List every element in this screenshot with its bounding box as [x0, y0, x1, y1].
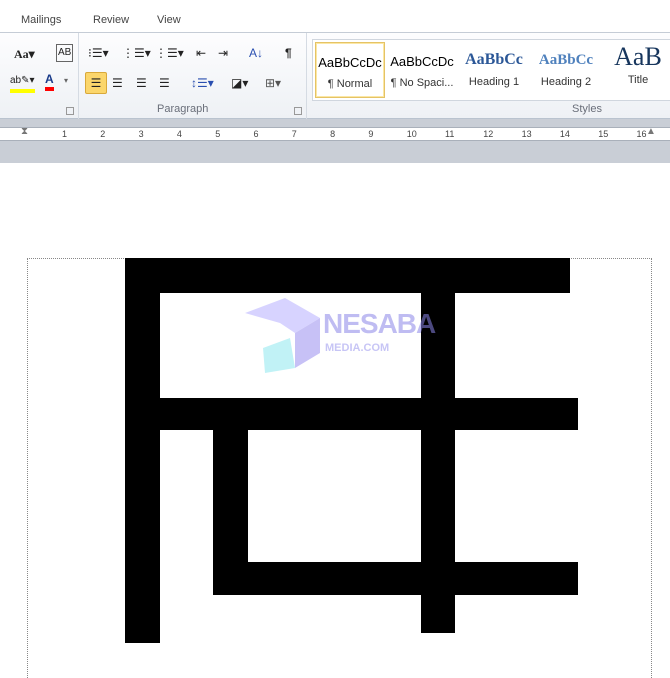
font-color-icon[interactable]: A: [45, 71, 54, 91]
highlight-icon[interactable]: ab✎▾: [10, 73, 35, 93]
align-right-icon[interactable]: ☰: [136, 75, 147, 91]
style-heading-1[interactable]: AaBbCc Heading 1: [461, 42, 527, 98]
borders-icon[interactable]: ⊞▾: [265, 75, 281, 91]
clear-formatting-icon[interactable]: AB: [56, 44, 74, 62]
bullets-icon[interactable]: ⁝☰▾: [88, 45, 109, 61]
increase-indent-icon[interactable]: ⇥: [218, 45, 228, 61]
shape-left-bar[interactable]: [125, 258, 160, 643]
ruler-number: 2: [100, 129, 106, 139]
divider: [78, 33, 79, 119]
horizontal-ruler[interactable]: ⧗ ▲ 1 2 3 4 5 6 7 8 9 10 11 12 13 14 15 16: [0, 126, 670, 141]
watermark-subtext: MEDIA.COM: [325, 342, 390, 354]
tab-review[interactable]: Review: [93, 14, 129, 26]
watermark-text: NESABA: [323, 308, 436, 339]
ruler-number: 10: [406, 129, 417, 139]
line-spacing-icon[interactable]: ↕☰▾: [191, 75, 214, 91]
align-left-icon[interactable]: ☰: [85, 72, 107, 94]
ruler-number: 1: [62, 129, 68, 139]
show-formatting-icon[interactable]: ¶: [285, 45, 292, 61]
ruler-number: 4: [176, 129, 182, 139]
paragraph-group-label: Paragraph: [157, 103, 209, 115]
styles-gallery: AaBbCcDc ¶ Normal AaBbCcDc ¶ No Spaci... A…: [312, 39, 670, 101]
horizontal-ruler-area: ⧗ ▲ 1 2 3 4 5 6 7 8 9 10 11 12 13 14 15 16: [0, 119, 670, 163]
paragraph-dialog-launcher[interactable]: [294, 107, 302, 115]
shape-bottom-bar[interactable]: [213, 562, 578, 595]
divider: [306, 33, 307, 119]
styles-group-label: Styles: [572, 103, 602, 115]
style-no-spacing[interactable]: AaBbCcDc ¶ No Spaci...: [389, 42, 455, 98]
decrease-indent-icon[interactable]: ⇤: [196, 45, 206, 61]
multilevel-list-icon[interactable]: ⋮☰▾: [155, 45, 184, 61]
tab-mailings[interactable]: Mailings: [21, 14, 61, 26]
style-normal[interactable]: AaBbCcDc ¶ Normal: [315, 42, 385, 98]
right-indent-marker[interactable]: ▲: [646, 126, 656, 137]
watermark: NESABA MEDIA.COM: [245, 298, 436, 378]
document-area: NESABA MEDIA.COM: [0, 163, 670, 678]
indent-marker[interactable]: ⧗: [21, 126, 28, 137]
style-title[interactable]: AaB Title: [605, 42, 670, 98]
watermark-logo-icon: [245, 298, 320, 373]
ruler-number: 15: [598, 129, 609, 139]
ruler-number: 6: [253, 129, 259, 139]
numbering-icon[interactable]: ⋮☰▾: [122, 45, 151, 61]
change-case-icon[interactable]: Aa▾: [14, 46, 35, 62]
ruler-number: 11: [445, 129, 455, 139]
ruler-number: 8: [330, 129, 336, 139]
ruler-number: 5: [215, 129, 221, 139]
ruler-number: 3: [138, 129, 144, 139]
ruler-number: 14: [559, 129, 570, 139]
ruler-number: 13: [521, 129, 532, 139]
ribbon-tabs: Mailings Review View: [0, 0, 670, 33]
ruler-number: 7: [291, 129, 297, 139]
shape-top-bar[interactable]: [125, 258, 570, 293]
ruler-number: 16: [636, 129, 647, 139]
style-heading-2[interactable]: AaBbCc Heading 2: [533, 42, 599, 98]
shading-icon[interactable]: ◪▾: [231, 75, 248, 91]
justify-icon[interactable]: ☰: [159, 75, 170, 91]
ruler-number: 9: [368, 129, 374, 139]
ribbon: Aa▾ AB ab✎▾ A ▾ ⁝☰▾ ⋮☰▾ ⋮☰▾ ⇤ ⇥ A↓ ¶ ☰ ☰ …: [0, 33, 670, 119]
tab-view[interactable]: View: [157, 14, 181, 26]
ruler-number: 12: [483, 129, 494, 139]
font-dialog-launcher[interactable]: [66, 107, 74, 115]
sort-icon[interactable]: A↓: [249, 45, 263, 61]
shape-middle-bar[interactable]: [160, 398, 578, 430]
center-icon[interactable]: ☰: [112, 75, 123, 91]
